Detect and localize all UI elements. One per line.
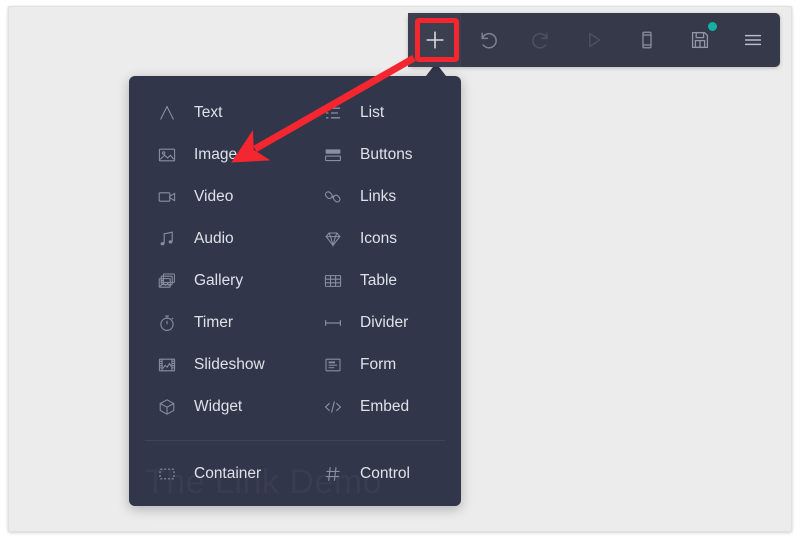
slideshow-icon (156, 354, 178, 376)
menu-item-text[interactable]: Text (129, 92, 295, 134)
insert-menu-primary-grid: Text List Image Buttons Video Links Audi… (129, 76, 461, 428)
menu-item-container[interactable]: Container (129, 453, 295, 495)
menu-item-video[interactable]: Video (129, 176, 295, 218)
menu-item-embed[interactable]: Embed (295, 386, 461, 428)
redo-button[interactable] (514, 13, 567, 67)
menu-item-buttons[interactable]: Buttons (295, 134, 461, 176)
menu-item-label: Divider (360, 314, 409, 332)
insert-menu-secondary-grid: Container Control (129, 441, 461, 495)
preview-button[interactable] (567, 13, 620, 67)
links-icon (322, 186, 344, 208)
menu-item-divider[interactable]: Divider (295, 302, 461, 344)
menu-item-label: Video (194, 188, 234, 206)
menu-item-label: Buttons (360, 146, 413, 164)
menu-item-form[interactable]: Form (295, 344, 461, 386)
redo-icon (529, 28, 553, 52)
plus-icon (422, 27, 448, 53)
unsaved-changes-badge (708, 22, 717, 31)
list-icon (322, 102, 344, 124)
menu-item-label: Icons (360, 230, 398, 248)
menu-item-label: Container (194, 465, 262, 483)
menu-item-label: Widget (194, 398, 243, 416)
menu-item-widget[interactable]: Widget (129, 386, 295, 428)
menu-item-slideshow[interactable]: Slideshow (129, 344, 295, 386)
menu-item-label: Control (360, 465, 410, 483)
widget-icon (156, 396, 178, 418)
menu-item-label: Embed (360, 398, 410, 416)
divider-icon (322, 312, 344, 334)
video-icon (156, 186, 178, 208)
control-icon (322, 463, 344, 485)
add-element-button[interactable] (408, 13, 461, 67)
play-icon (582, 28, 606, 52)
menu-item-label: List (360, 104, 385, 122)
menu-item-timer[interactable]: Timer (129, 302, 295, 344)
menu-item-label: Links (360, 188, 397, 206)
menu-item-gallery[interactable]: Gallery (129, 260, 295, 302)
insert-menu-panel: The Link Demo Text List Image Buttons Vi… (129, 76, 461, 506)
timer-icon (156, 312, 178, 334)
editor-toolbar (408, 13, 780, 67)
menu-item-label: Text (194, 104, 223, 122)
menu-item-list[interactable]: List (295, 92, 461, 134)
menu-item-table[interactable]: Table (295, 260, 461, 302)
text-icon (156, 102, 178, 124)
menu-item-label: Form (360, 356, 397, 374)
menu-item-links[interactable]: Links (295, 176, 461, 218)
menu-item-audio[interactable]: Audio (129, 218, 295, 260)
menu-item-icons[interactable]: Icons (295, 218, 461, 260)
menu-item-label: Slideshow (194, 356, 265, 374)
buttons-icon (322, 144, 344, 166)
menu-item-image[interactable]: Image (129, 134, 295, 176)
image-icon (156, 144, 178, 166)
embed-icon (322, 396, 344, 418)
menu-item-label: Image (194, 146, 238, 164)
menu-item-label: Timer (194, 314, 234, 332)
save-button[interactable] (673, 13, 726, 67)
audio-icon (156, 228, 178, 250)
hamburger-icon (741, 28, 765, 52)
menu-item-label: Audio (194, 230, 234, 248)
table-icon (322, 270, 344, 292)
menu-item-control[interactable]: Control (295, 453, 461, 495)
form-icon (322, 354, 344, 376)
gallery-icon (156, 270, 178, 292)
menu-item-label: Table (360, 272, 398, 290)
save-icon (688, 28, 712, 52)
screenshot-root: The Link Demo Text List Image Buttons Vi… (0, 0, 800, 544)
mobile-icon (635, 28, 659, 52)
diamond-icon (322, 228, 344, 250)
menu-item-label: Gallery (194, 272, 244, 290)
menu-button[interactable] (726, 13, 779, 67)
device-preview-button[interactable] (620, 13, 673, 67)
undo-button[interactable] (461, 13, 514, 67)
container-icon (156, 463, 178, 485)
undo-icon (476, 28, 500, 52)
